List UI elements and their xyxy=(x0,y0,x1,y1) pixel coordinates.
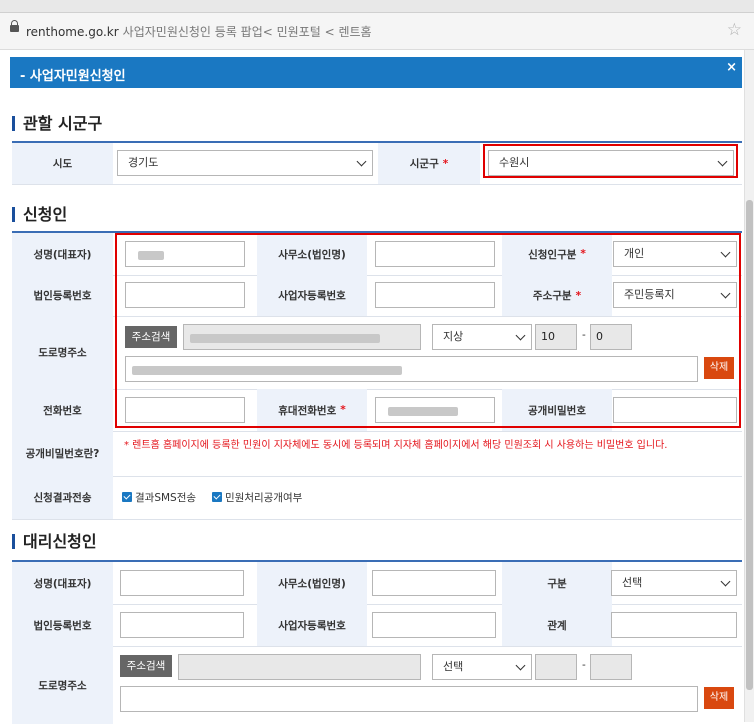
pw-info-label: 공개비밀번호란? xyxy=(12,431,113,476)
dash-separator: - xyxy=(582,659,586,671)
sido-label: 시도 xyxy=(12,143,113,184)
popup-title: - 사업자민원신청인 xyxy=(20,69,126,84)
table-row: 공개비밀번호란? * 렌트홈 홈페이지에 등록한 민원이 지자체에도 동시에 등… xyxy=(12,431,742,477)
public-checkbox[interactable]: 민원처리공개여부 xyxy=(212,490,302,505)
scrollbar-thumb[interactable] xyxy=(746,200,753,690)
agent-road-address-input[interactable] xyxy=(178,654,421,680)
table-row: 신청결과전송 결과SMS전송 민원처리공개여부 xyxy=(12,476,742,520)
chevron-down-icon xyxy=(515,660,526,671)
agent-biz-reg-input[interactable] xyxy=(372,612,496,638)
agent-type-label: 구분 xyxy=(502,562,612,604)
agent-biz-reg-label: 사업자등록번호 xyxy=(257,604,367,646)
agent-relation-label: 관계 xyxy=(502,604,612,646)
agent-relation-input[interactable] xyxy=(611,612,737,638)
table-row: 도로명주소 주소검색 선택 - 삭제 xyxy=(12,646,742,724)
checkbox-checked-icon[interactable] xyxy=(122,492,132,502)
url-text[interactable]: renthome.go.kr 사업자민원신청인 등록 팝업< 민원포털 < 렌트홈 xyxy=(26,23,372,40)
checkbox-checked-icon[interactable] xyxy=(212,492,222,502)
result-send-label: 신청결과전송 xyxy=(12,476,113,519)
chevron-down-icon xyxy=(720,576,731,587)
scrollbar[interactable] xyxy=(744,50,754,722)
agent-name-label: 성명(대표자) xyxy=(12,562,113,604)
tab-strip xyxy=(0,0,754,13)
agent-road-addr-label: 도로명주소 xyxy=(12,646,113,724)
table-row: 성명(대표자) 사무소(법인명) 구분 선택 xyxy=(12,562,742,605)
agent-building-sub-number-input[interactable] xyxy=(590,654,632,680)
bookmark-star-icon[interactable]: ☆ xyxy=(727,20,742,40)
road-addr-label: 도로명주소 xyxy=(12,316,113,389)
pw-info-notice: * 렌트홈 홈페이지에 등록한 민원이 지자체에도 동시에 등록되며 지자체 홈… xyxy=(124,440,668,451)
section-applicant: 신청인 xyxy=(12,201,67,225)
agent-type-select[interactable]: 선택 xyxy=(611,570,737,596)
agent-address-search-button[interactable]: 주소검색 xyxy=(120,655,172,677)
phone-label: 전화번호 xyxy=(12,389,113,431)
agent-table: 성명(대표자) 사무소(법인명) 구분 선택 법인등록번호 사업자등록번호 관계… xyxy=(12,560,742,724)
agent-corp-reg-label: 법인등록번호 xyxy=(12,604,113,646)
sigungu-label: 시군구 * xyxy=(378,143,480,184)
agent-corp-reg-input[interactable] xyxy=(120,612,244,638)
agent-land-type-select[interactable]: 선택 xyxy=(432,654,532,680)
lock-icon xyxy=(10,20,19,32)
sido-select[interactable]: 경기도 xyxy=(117,150,373,176)
highlight-box xyxy=(483,144,738,178)
close-icon[interactable]: × xyxy=(726,60,737,75)
section-jurisdiction: 관할 시군구 xyxy=(12,110,102,134)
chevron-down-icon xyxy=(356,156,367,167)
name-label: 성명(대표자) xyxy=(12,233,113,275)
popup-header: - 사업자민원신청인 × xyxy=(10,57,742,88)
table-row: 법인등록번호 사업자등록번호 관계 xyxy=(12,604,742,647)
agent-office-label: 사무소(법인명) xyxy=(257,562,367,604)
agent-delete-button[interactable]: 삭제 xyxy=(704,687,734,709)
agent-name-input[interactable] xyxy=(120,570,244,596)
sms-checkbox[interactable]: 결과SMS전송 xyxy=(122,490,196,505)
agent-detail-address-input[interactable] xyxy=(120,686,698,712)
corp-reg-label: 법인등록번호 xyxy=(12,275,113,316)
agent-office-input[interactable] xyxy=(372,570,496,596)
agent-building-main-number-input[interactable] xyxy=(535,654,577,680)
highlight-box xyxy=(115,233,741,428)
address-bar[interactable]: renthome.go.kr 사업자민원신청인 등록 팝업< 민원포털 < 렌트홈… xyxy=(0,13,754,50)
section-agent: 대리신청인 xyxy=(12,528,97,552)
